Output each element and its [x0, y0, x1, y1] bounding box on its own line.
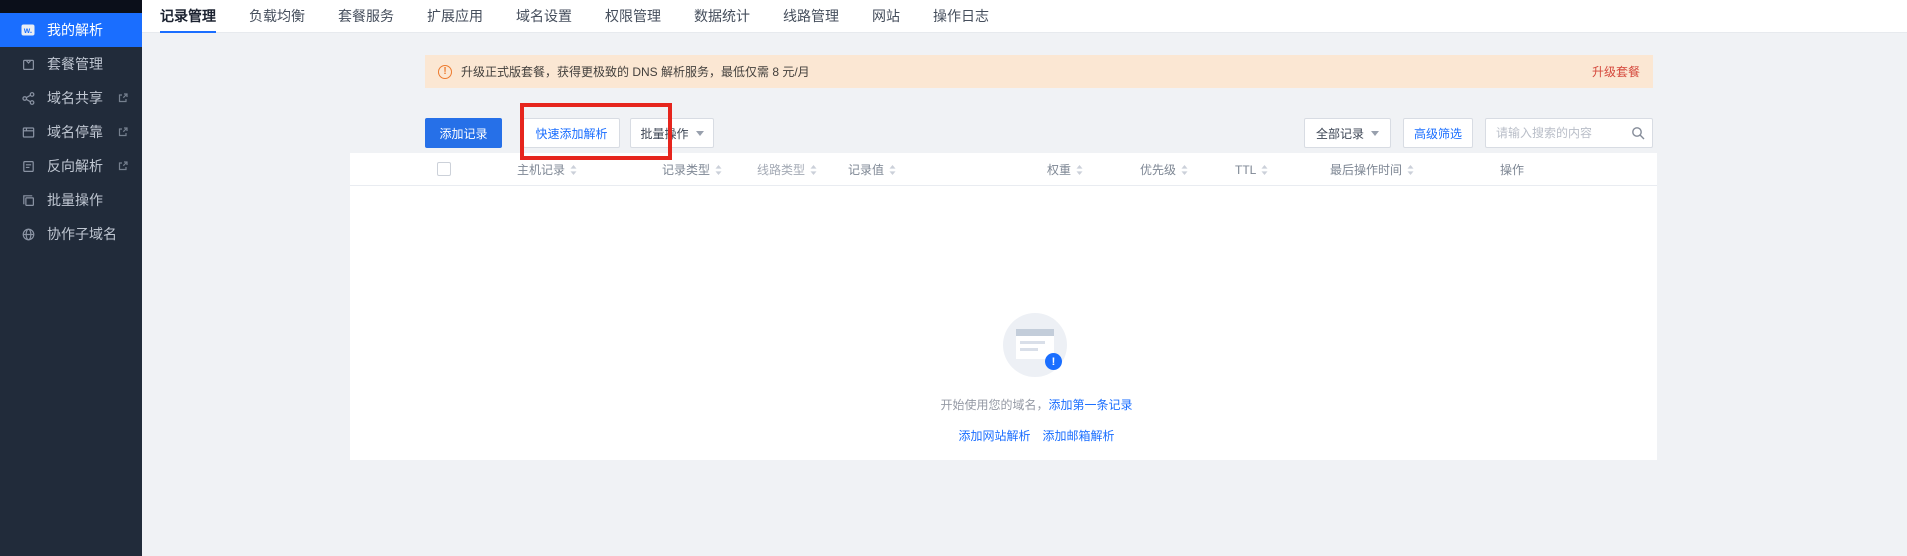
table-header-row: 主机记录 记录类型 线路类型 记录值 权重 优先级: [350, 153, 1657, 186]
empty-state-quick-links: 添加网站解析添加邮箱解析: [350, 427, 1657, 444]
main-content: 记录管理 负载均衡 套餐服务 扩展应用 域名设置 权限管理 数据统计 线路管理 …: [142, 0, 1907, 556]
select-all-checkbox[interactable]: [437, 162, 451, 176]
search-box: [1485, 118, 1653, 148]
external-link-icon: [118, 161, 128, 171]
banner-text: 升级正式版套餐，获得更极致的 DNS 解析服务，最低仅需 8 元/月: [461, 63, 810, 80]
sort-icon: [889, 165, 896, 175]
sort-icon: [1181, 165, 1188, 175]
sidebar-item-domain-sharing[interactable]: 域名共享: [0, 81, 142, 115]
sort-icon: [1261, 165, 1268, 175]
package-icon: [20, 56, 36, 72]
tab-package-service[interactable]: 套餐服务: [338, 0, 394, 33]
search-input[interactable]: [1485, 118, 1653, 148]
tab-bar: 记录管理 负载均衡 套餐服务 扩展应用 域名设置 权限管理 数据统计 线路管理 …: [142, 0, 1907, 33]
upgrade-banner: 升级正式版套餐，获得更极致的 DNS 解析服务，最低仅需 8 元/月 升级套餐: [425, 55, 1653, 88]
upgrade-plan-link[interactable]: 升级套餐: [1592, 63, 1640, 80]
sidebar-item-label: 域名停靠: [47, 122, 103, 142]
empty-state-message: 开始使用您的域名，添加第一条记录: [350, 396, 1657, 413]
sort-icon: [715, 165, 722, 175]
sidebar-item-label: 域名共享: [47, 88, 103, 108]
sidebar-item-my-dns[interactable]: w. 我的解析: [0, 13, 142, 47]
batch-operations-button[interactable]: 批量操作: [630, 118, 714, 148]
sidebar-top-strip: [0, 0, 142, 13]
sidebar-item-label: 我的解析: [47, 20, 103, 40]
tab-load-balance[interactable]: 负载均衡: [249, 0, 305, 33]
share-icon: [20, 90, 36, 106]
advanced-filter-button[interactable]: 高级筛选: [1403, 118, 1473, 148]
sidebar-item-batch-operations[interactable]: 批量操作: [0, 183, 142, 217]
quick-add-dns-button[interactable]: 快速添加解析: [523, 118, 620, 148]
tab-line-management[interactable]: 线路管理: [783, 0, 839, 33]
tab-record-management[interactable]: 记录管理: [160, 0, 216, 33]
sidebar: w. 我的解析 套餐管理 域名共享 域名停靠 反向解析: [0, 0, 142, 556]
sidebar-item-label: 协作子域名: [47, 224, 117, 244]
column-priority[interactable]: 优先级: [1140, 153, 1188, 186]
sidebar-item-label: 反向解析: [47, 156, 103, 176]
sort-icon: [810, 165, 817, 175]
column-actions: 操作: [1500, 153, 1524, 186]
record-toolbar: 添加记录 快速添加解析 批量操作 全部记录 高级筛选: [425, 118, 1653, 148]
add-first-record-link[interactable]: 添加第一条记录: [1049, 398, 1133, 412]
document-icon: [20, 158, 36, 174]
column-record-value[interactable]: 记录值: [848, 153, 896, 186]
tab-website[interactable]: 网站: [872, 0, 900, 33]
sort-icon: [1076, 165, 1083, 175]
tab-operation-log[interactable]: 操作日志: [933, 0, 989, 33]
sidebar-item-domain-parking[interactable]: 域名停靠: [0, 115, 142, 149]
add-website-dns-link[interactable]: 添加网站解析: [958, 429, 1030, 443]
toolbar-right-group: 全部记录 高级筛选: [1304, 118, 1653, 148]
chevron-down-icon: [1371, 131, 1379, 136]
dnspod-logo-icon: w.: [20, 22, 36, 38]
globe-icon: [20, 226, 36, 242]
empty-state-prefix: 开始使用您的域名，: [940, 398, 1048, 412]
warning-icon: [438, 65, 452, 79]
tab-data-statistics[interactable]: 数据统计: [694, 0, 750, 33]
search-icon[interactable]: [1631, 126, 1645, 145]
batch-operations-label: 批量操作: [640, 125, 688, 142]
column-line-type[interactable]: 线路类型: [757, 153, 817, 186]
column-last-operation-time[interactable]: 最后操作时间: [1330, 153, 1414, 186]
svg-text:w.: w.: [23, 26, 32, 35]
sidebar-item-collaborative-subdomains[interactable]: 协作子域名: [0, 217, 142, 251]
sidebar-item-label: 批量操作: [47, 190, 103, 210]
tab-permission-management[interactable]: 权限管理: [605, 0, 661, 33]
add-record-button[interactable]: 添加记录: [425, 118, 502, 148]
records-panel: 主机记录 记录类型 线路类型 记录值 权重 优先级: [350, 153, 1657, 460]
exclamation-badge-icon: [1045, 353, 1062, 370]
sidebar-item-label: 套餐管理: [47, 54, 103, 74]
column-weight[interactable]: 权重: [1047, 153, 1083, 186]
external-link-icon: [118, 93, 128, 103]
add-email-dns-link[interactable]: 添加邮箱解析: [1043, 429, 1115, 443]
tab-domain-settings[interactable]: 域名设置: [516, 0, 572, 33]
record-filter-dropdown[interactable]: 全部记录: [1304, 118, 1391, 148]
sort-icon: [1407, 165, 1414, 175]
copy-icon: [20, 192, 36, 208]
column-ttl[interactable]: TTL: [1235, 153, 1268, 186]
external-link-icon: [118, 127, 128, 137]
sidebar-item-package-management[interactable]: 套餐管理: [0, 47, 142, 81]
column-host-record[interactable]: 主机记录: [517, 153, 577, 186]
chevron-down-icon: [696, 131, 704, 136]
empty-state-icon: [1003, 313, 1067, 377]
column-record-type[interactable]: 记录类型: [662, 153, 722, 186]
browser-icon: [20, 124, 36, 140]
tab-extended-apps[interactable]: 扩展应用: [427, 0, 483, 33]
record-filter-label: 全部记录: [1316, 125, 1364, 142]
sort-icon: [570, 165, 577, 175]
sidebar-item-reverse-dns[interactable]: 反向解析: [0, 149, 142, 183]
